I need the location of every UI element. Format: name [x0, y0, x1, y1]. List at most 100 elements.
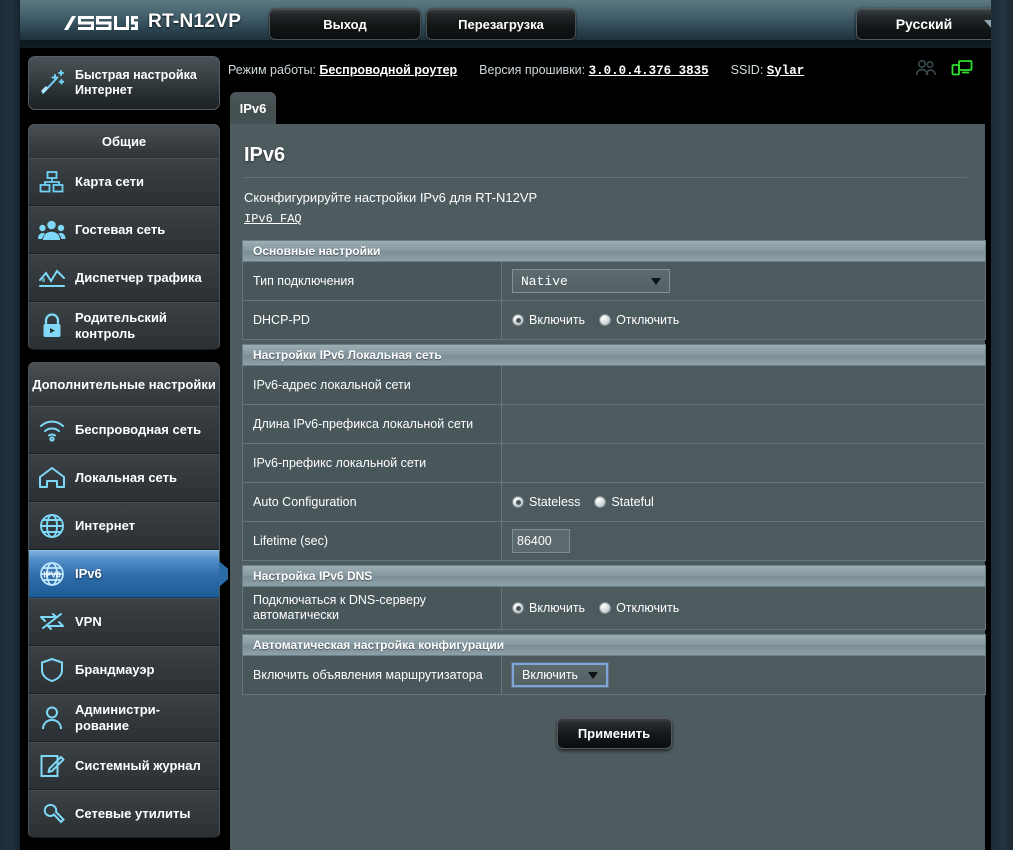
- top-header-bar: RT-N12VP Выход Перезагрузка Русский: [20, 0, 991, 48]
- sidebar-item-ipv6[interactable]: IPV6 IPv6: [28, 550, 234, 598]
- language-selector-value: Русский: [895, 16, 953, 32]
- dhcp-pd-radio-group: Включить Отключить: [512, 313, 679, 327]
- row-value: [502, 444, 985, 482]
- radio-button[interactable]: [599, 314, 612, 326]
- administration-icon: [29, 705, 75, 731]
- logout-button[interactable]: Выход: [269, 8, 421, 40]
- row-label: Тип подключения: [243, 262, 502, 300]
- asus-logo-icon: [64, 13, 138, 33]
- dns-auto-enable-option[interactable]: Включить: [512, 601, 585, 615]
- sidebar-item-vpn[interactable]: VPN: [28, 598, 220, 646]
- svg-text:IPV6: IPV6: [43, 571, 61, 580]
- ipv6-faq-link[interactable]: IPv6 FAQ: [244, 212, 302, 226]
- clients-icon[interactable]: [915, 59, 937, 77]
- sidebar-item-lan[interactable]: Локальная сеть: [28, 454, 220, 502]
- radio-label: Включить: [529, 313, 586, 327]
- chevron-down-icon: [651, 277, 661, 285]
- router-advertisement-value: Включить: [522, 668, 579, 682]
- sidebar-item-label: Сетевые утилиты: [75, 806, 191, 821]
- row-dns-auto-connect: Подключаться к DNS-серверу автоматически…: [242, 587, 986, 630]
- row-lan-ipv6-address: IPv6-адрес локальной сети: [242, 366, 986, 405]
- sidebar-item-label: Гостевая сеть: [75, 222, 166, 237]
- radio-label: Отключить: [616, 313, 680, 327]
- section-title: Автоматическая настройка конфигурации: [242, 634, 986, 656]
- dhcp-pd-disable-option[interactable]: Отключить: [599, 313, 679, 327]
- ssid-value[interactable]: Sylar: [767, 64, 805, 78]
- connection-type-select[interactable]: Native: [512, 269, 670, 293]
- row-value: Включить Отключить: [502, 587, 985, 629]
- auto-config-stateful-option[interactable]: Stateful: [594, 495, 654, 509]
- shield-icon: [29, 657, 75, 683]
- page-left-border: [0, 0, 20, 850]
- sidebar-item-network-map[interactable]: Карта сети: [28, 158, 220, 206]
- row-dhcp-pd: DHCP-PD Включить Отключить: [242, 301, 986, 340]
- sidebar-item-system-log[interactable]: Системный журнал: [28, 742, 220, 790]
- router-advertisement-select[interactable]: Включить: [512, 663, 608, 687]
- dhcp-pd-enable-option[interactable]: Включить: [512, 313, 585, 327]
- sidebar-item-parental-control[interactable]: Родительский контроль: [28, 302, 220, 350]
- operation-mode-value[interactable]: Беспроводной роутер: [319, 63, 457, 77]
- radio-button[interactable]: [599, 602, 612, 614]
- row-value: 86400: [502, 522, 985, 560]
- sidebar-item-firewall[interactable]: Брандмауэр: [28, 646, 220, 694]
- radio-button[interactable]: [594, 496, 607, 508]
- apply-button[interactable]: Применить: [556, 717, 672, 749]
- reboot-button[interactable]: Перезагрузка: [426, 8, 576, 40]
- sidebar-group-advanced: Дополнительные настройки Беспроводная се…: [28, 362, 234, 838]
- sidebar-item-guest-network[interactable]: Гостевая сеть: [28, 206, 220, 254]
- operation-mode-label: Режим работы:: [228, 63, 316, 77]
- row-value: [502, 405, 985, 443]
- ssid-status: SSID: Sylar: [731, 63, 805, 78]
- wifi-icon: [29, 418, 75, 442]
- sidebar-item-label: IPv6: [75, 566, 102, 581]
- row-connection-type: Тип подключения Native: [242, 262, 986, 301]
- sidebar-item-label: Родительский контроль: [75, 310, 167, 341]
- row-value: Native: [502, 262, 985, 300]
- sidebar-item-label: VPN: [75, 614, 102, 629]
- sidebar-item-network-tools[interactable]: Сетевые утилиты: [28, 790, 220, 838]
- radio-button[interactable]: [512, 314, 524, 326]
- row-value: [502, 366, 985, 404]
- sidebar-item-label: Локальная сеть: [75, 470, 177, 485]
- ipv6-icon: IPV6: [29, 561, 75, 587]
- tab-strip: IPv6: [228, 92, 991, 124]
- lifetime-input[interactable]: 86400: [512, 529, 570, 553]
- row-value: Включить Отключить: [502, 301, 985, 339]
- sidebar-item-label: Карта сети: [75, 174, 144, 189]
- section-title: Настройка IPv6 DNS: [242, 565, 986, 587]
- dns-auto-disable-option[interactable]: Отключить: [599, 601, 679, 615]
- sidebar-item-label: Беспроводная сеть: [75, 422, 202, 437]
- magic-wand-icon: [29, 69, 75, 97]
- sidebar-item-label: Интернет: [75, 518, 136, 533]
- sidebar-item-label: Системный журнал: [75, 758, 201, 773]
- traffic-manager-icon: [29, 267, 75, 289]
- row-label: DHCP-PD: [243, 301, 502, 339]
- tab-ipv6[interactable]: IPv6: [230, 92, 276, 124]
- section-title: Основные настройки: [242, 240, 986, 262]
- sidebar-item-wan[interactable]: Интернет: [28, 502, 220, 550]
- sidebar-group-advanced-title: Дополнительные настройки: [28, 362, 220, 406]
- row-router-advertisement: Включить объявления маршрутизатора Включ…: [242, 656, 986, 695]
- radio-button[interactable]: [512, 496, 524, 508]
- sidebar-item-wireless[interactable]: Беспроводная сеть: [28, 406, 220, 454]
- radio-button[interactable]: [512, 602, 524, 614]
- dns-auto-radio-group: Включить Отключить: [512, 601, 679, 615]
- sidebar-item-traffic-manager[interactable]: Диспетчер трафика: [28, 254, 220, 302]
- globe-icon: [29, 513, 75, 539]
- auto-config-stateless-option[interactable]: Stateless: [512, 495, 580, 509]
- status-icon-group: [915, 59, 973, 77]
- auto-config-radio-group: Stateless Stateful: [512, 495, 654, 509]
- page-description: Сконфигурируйте настройки IPv6 для RT-N1…: [244, 190, 538, 205]
- firmware-status: Версия прошивки: 3.0.0.4.376_3835: [479, 63, 708, 78]
- status-bar: Режим работы: Беспроводной роутер Версия…: [228, 48, 991, 92]
- firmware-value[interactable]: 3.0.0.4.376_3835: [589, 64, 709, 78]
- language-selector[interactable]: Русский: [856, 8, 991, 40]
- sidebar-item-administration[interactable]: Администри-рование: [28, 694, 220, 742]
- row-label: Lifetime (sec): [243, 522, 502, 560]
- section-basic-config: Основные настройки Тип подключения Nativ…: [242, 240, 986, 340]
- usb-network-icon[interactable]: [951, 59, 973, 77]
- operation-mode-status: Режим работы: Беспроводной роутер: [228, 63, 457, 77]
- sidebar-quick-internet-setup[interactable]: Быстрая настройка Интернет: [28, 56, 220, 110]
- row-label: Включить объявления маршрутизатора: [243, 656, 502, 694]
- chevron-down-icon: [588, 671, 598, 679]
